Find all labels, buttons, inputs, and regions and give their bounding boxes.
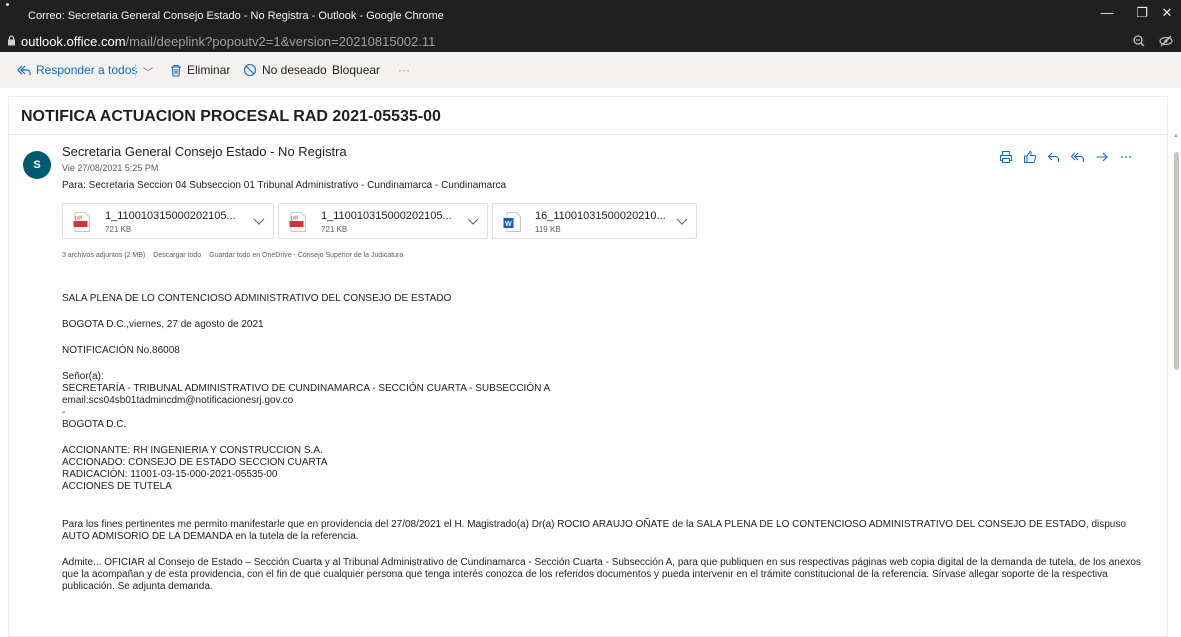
body-paragraph: Para los fines pertinentes me permito ma… xyxy=(62,519,1126,542)
junk-label: No deseado xyxy=(262,63,327,77)
sender-name[interactable]: Secretaria General Consejo Estado - No R… xyxy=(62,144,347,159)
attachment-size: 721 KB xyxy=(321,225,348,234)
trash-icon xyxy=(171,64,181,77)
chevron-down-icon[interactable] xyxy=(253,215,265,227)
attachment-name: 16_11001031500020210... xyxy=(535,210,666,222)
reply-all-action-button[interactable] xyxy=(1066,147,1090,167)
attachment-count: 3 archivos adjuntos (2 MB) xyxy=(62,252,146,259)
block-circle-icon xyxy=(243,63,257,77)
scrollbar-thumb[interactable] xyxy=(1174,152,1179,370)
word-file-icon: W xyxy=(503,212,521,232)
window-icon xyxy=(6,3,9,6)
command-bar: Responder a todos ﹀ Eliminar No deseado … xyxy=(0,52,1181,88)
like-button[interactable] xyxy=(1018,147,1042,167)
maximize-button[interactable]: ❐ xyxy=(1129,3,1155,23)
close-window-button[interactable]: ✕ xyxy=(1154,3,1180,23)
message-body: SALA PLENA DE LO CONTENCIOSO ADMINISTRAT… xyxy=(62,293,1152,593)
attachment-summary: 3 archivos adjuntos (2 MB) Descargar tod… xyxy=(62,252,403,259)
url-host: outlook.office.com xyxy=(21,34,126,49)
attachment-card[interactable]: pdf 1_110010315000202105... 721 KB xyxy=(62,203,274,239)
email-link[interactable]: email:scs04sb01tadmincdm@notificacionesr… xyxy=(62,395,1152,407)
reply-all-label: Responder a todos xyxy=(36,63,138,77)
more-message-actions-button[interactable] xyxy=(1114,147,1138,167)
chevron-down-icon[interactable] xyxy=(467,215,479,227)
svg-text:pdf: pdf xyxy=(75,216,83,222)
scroll-up-icon[interactable]: ▲ xyxy=(1173,133,1179,139)
message-actions xyxy=(994,147,1138,167)
reply-options-chevron-icon[interactable]: ﹀ xyxy=(143,64,153,79)
chevron-down-icon[interactable] xyxy=(676,215,688,227)
body-line: NOTIFICACIÓN No.86008 xyxy=(62,345,180,356)
reply-button[interactable] xyxy=(1042,147,1066,167)
body-line: ACCIONADO: CONSEJO DE ESTADO SECCION CUA… xyxy=(62,457,328,468)
body-line: Señor(a): xyxy=(62,371,104,382)
window-title: Correo: Secretaria General Consejo Estad… xyxy=(28,10,444,22)
tracking-prevention-icon[interactable] xyxy=(1158,33,1174,49)
pdf-file-icon: pdf xyxy=(289,212,306,232)
body-line: BOGOTA D.C. xyxy=(62,419,127,430)
delete-button[interactable]: Eliminar xyxy=(170,63,230,77)
attachment-name: 1_110010315000202105... xyxy=(321,210,452,222)
browser-title-bar: Correo: Secretaria General Consejo Estad… xyxy=(0,0,1181,30)
print-button[interactable] xyxy=(994,147,1018,167)
body-line: - xyxy=(62,407,66,418)
junk-button[interactable]: No deseado xyxy=(243,63,327,77)
url-path: /mail/deeplink?popoutv2=1&version=202108… xyxy=(125,34,436,49)
reading-pane: NOTIFICA ACTUACION PROCESAL RAD 2021-055… xyxy=(8,96,1168,637)
message-subject: NOTIFICA ACTUACION PROCESAL RAD 2021-055… xyxy=(21,108,441,125)
reply-all-icon xyxy=(1070,152,1085,162)
subject-divider xyxy=(9,134,1167,135)
thumbs-up-icon xyxy=(1024,150,1037,163)
url-text[interactable]: outlook.office.com/mail/deeplink?popoutv… xyxy=(21,34,435,49)
body-line: SECRETARÍA - TRIBUNAL ADMINISTRATIVO DE … xyxy=(62,383,551,394)
toolbar-divider xyxy=(135,64,136,78)
sender-avatar[interactable]: S xyxy=(23,151,51,179)
forward-button[interactable] xyxy=(1090,147,1114,167)
attachment-size: 721 KB xyxy=(105,225,132,234)
reply-icon xyxy=(1047,152,1060,162)
block-sender-button[interactable]: Bloquear xyxy=(332,63,380,77)
attachment-name: 1_110010315000202105... xyxy=(105,210,236,222)
recipients-line[interactable]: Para: Secretaria Seccion 04 Subseccion 0… xyxy=(62,180,506,191)
attachment-size: 119 KB xyxy=(535,225,561,234)
printer-icon xyxy=(1000,151,1012,163)
attachment-card[interactable]: W 16_11001031500020210... 119 KB xyxy=(492,203,697,239)
body-line: ACCIONES DE TUTELA xyxy=(62,481,172,492)
address-bar[interactable]: outlook.office.com/mail/deeplink?popoutv… xyxy=(0,30,1181,52)
download-all-link[interactable]: Descargar todo xyxy=(153,252,201,259)
reply-all-button[interactable]: Responder a todos xyxy=(17,63,137,77)
more-icon: ··· xyxy=(398,63,410,77)
delete-label: Eliminar xyxy=(187,63,231,77)
body-line: BOGOTA D.C.,viernes, 27 de agosto de 202… xyxy=(62,319,264,330)
block-label: Bloquear xyxy=(332,63,381,77)
body-line: ACCIONANTE: RH INGENIERIA Y CONSTRUCCION… xyxy=(62,445,323,456)
body-paragraph: Admite... OFICIAR al Consejo de Estado –… xyxy=(62,557,1141,592)
body-line: SALA PLENA DE LO CONTENCIOSO ADMINISTRAT… xyxy=(62,293,452,304)
save-to-onedrive-link[interactable]: Guardar todo en OneDrive - Consejo Super… xyxy=(209,252,403,259)
arrow-right-icon xyxy=(1096,152,1108,162)
minimize-button[interactable]: — xyxy=(1094,3,1120,23)
lock-icon xyxy=(8,35,15,46)
attachment-card[interactable]: pdf 1_110010315000202105... 721 KB xyxy=(278,203,488,239)
more-actions-button[interactable]: ··· xyxy=(398,63,410,77)
svg-text:W: W xyxy=(505,221,512,228)
body-line: RADICACIÓN: 11001-03-15-000-2021-05535-0… xyxy=(62,469,278,480)
ellipsis-icon xyxy=(1121,156,1131,158)
svg-text:pdf: pdf xyxy=(291,216,299,222)
pdf-file-icon: pdf xyxy=(73,212,90,232)
zoom-icon[interactable] xyxy=(1131,33,1147,49)
reply-all-icon xyxy=(17,65,31,75)
message-date: Vie 27/08/2021 5:25 PM xyxy=(62,163,159,173)
